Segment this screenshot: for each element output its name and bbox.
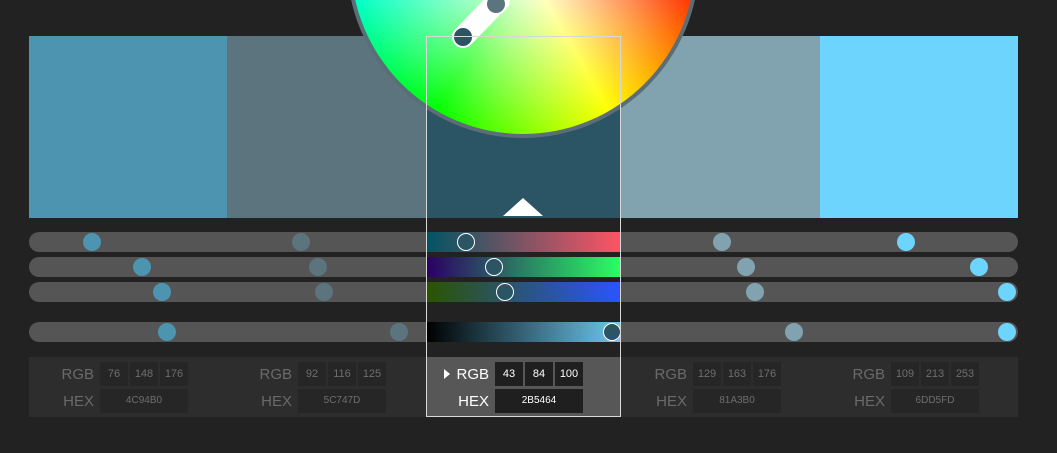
slider-thumb[interactable] — [158, 323, 176, 341]
blue-value[interactable]: 253 — [951, 362, 979, 386]
active-blue-bar[interactable] — [427, 282, 621, 302]
slider-thumb[interactable] — [390, 323, 408, 341]
values-column-active: RGB HEX 43 84 100 2B5464 — [427, 357, 621, 417]
slider-thumb[interactable] — [897, 233, 915, 251]
blue-value[interactable]: 176 — [753, 362, 781, 386]
rgb-label: RGB — [61, 366, 94, 383]
slider-thumb[interactable] — [309, 258, 327, 276]
slider-thumb[interactable] — [970, 258, 988, 276]
swatch-1[interactable] — [29, 36, 227, 218]
rgb-label: RGB — [456, 366, 489, 383]
red-value[interactable]: 76 — [100, 362, 128, 386]
hex-label: HEX — [458, 393, 489, 410]
hex-value[interactable]: 6DD5FD — [891, 389, 979, 413]
rgb-label: RGB — [654, 366, 687, 383]
active-green-bar[interactable] — [427, 257, 621, 277]
slider-thumb[interactable] — [737, 258, 755, 276]
blue-value[interactable]: 176 — [160, 362, 188, 386]
green-value[interactable]: 148 — [130, 362, 158, 386]
wheel-handle[interactable] — [347, 0, 699, 138]
red-value[interactable]: 129 — [693, 362, 721, 386]
slider-thumb[interactable] — [746, 283, 764, 301]
active-brightness-thumb[interactable] — [603, 323, 621, 341]
blue-value[interactable]: 100 — [555, 362, 583, 386]
hex-value[interactable]: 5C747D — [298, 389, 386, 413]
slider-thumb[interactable] — [292, 233, 310, 251]
slider-thumb[interactable] — [83, 233, 101, 251]
active-brightness-bar[interactable] — [427, 322, 621, 342]
hex-value[interactable]: 2B5464 — [495, 389, 583, 413]
hex-label: HEX — [656, 393, 687, 410]
color-wheel[interactable] — [347, 0, 699, 138]
red-value[interactable]: 109 — [891, 362, 919, 386]
slider-thumb[interactable] — [998, 283, 1016, 301]
slider-thumb[interactable] — [785, 323, 803, 341]
rgb-label: RGB — [259, 366, 292, 383]
rgb-label: RGB — [852, 366, 885, 383]
active-red-thumb[interactable] — [457, 233, 475, 251]
blue-value[interactable]: 125 — [358, 362, 386, 386]
slider-thumb[interactable] — [133, 258, 151, 276]
slider-thumb[interactable] — [998, 323, 1016, 341]
swatch-5[interactable] — [820, 36, 1018, 218]
active-blue-thumb[interactable] — [496, 283, 514, 301]
green-value[interactable]: 163 — [723, 362, 751, 386]
wheel-thumb-secondary — [485, 0, 507, 15]
hex-label: HEX — [261, 393, 292, 410]
red-value[interactable]: 92 — [298, 362, 326, 386]
slider-thumb[interactable] — [153, 283, 171, 301]
green-value[interactable]: 213 — [921, 362, 949, 386]
active-indicator-icon — [503, 198, 543, 216]
wheel-thumb-active — [452, 26, 474, 48]
green-value[interactable]: 116 — [328, 362, 356, 386]
hex-value[interactable]: 81A3B0 — [693, 389, 781, 413]
active-green-thumb[interactable] — [485, 258, 503, 276]
slider-thumb[interactable] — [315, 283, 333, 301]
green-value[interactable]: 84 — [525, 362, 553, 386]
hex-value[interactable]: 4C94B0 — [100, 389, 188, 413]
hex-label: HEX — [63, 393, 94, 410]
red-value[interactable]: 43 — [495, 362, 523, 386]
slider-thumb[interactable] — [713, 233, 731, 251]
hex-label: HEX — [854, 393, 885, 410]
